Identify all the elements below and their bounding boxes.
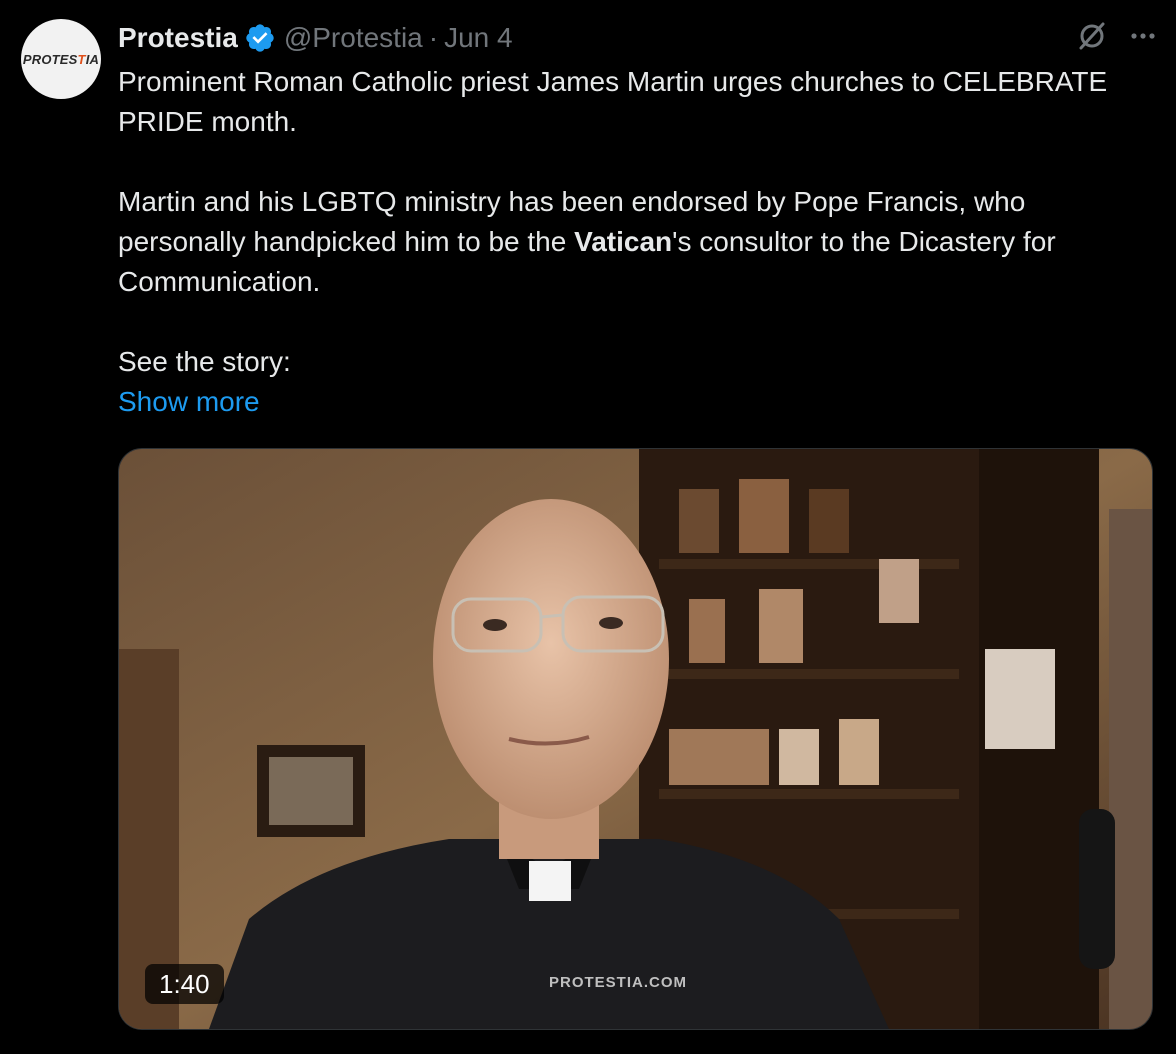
video-duration: 1:40 bbox=[145, 964, 224, 1004]
avatar[interactable]: PROTESTIA bbox=[21, 19, 101, 99]
separator: · bbox=[428, 22, 439, 53]
tweet-text-paragraph-3: See the story: bbox=[118, 346, 291, 377]
tweet-text: Prominent Roman Catholic priest James Ma… bbox=[118, 62, 1148, 422]
video-thumbnail bbox=[119, 449, 1152, 1029]
grok-icon[interactable] bbox=[1076, 20, 1108, 52]
show-more-link[interactable]: Show more bbox=[118, 382, 1148, 422]
tweet-date[interactable]: Jun 4 bbox=[444, 22, 513, 54]
video-watermark: PROTESTIA.COM bbox=[549, 974, 688, 991]
tweet-header: Protestia @Protestia · Jun 4 bbox=[118, 18, 1158, 58]
verified-badge-icon[interactable] bbox=[244, 22, 276, 54]
author-name[interactable]: Protestia bbox=[118, 22, 238, 54]
tweet-text-paragraph-1: Prominent Roman Catholic priest James Ma… bbox=[118, 66, 1108, 137]
header-actions bbox=[1076, 20, 1158, 52]
hashtag-vatican: Vatican bbox=[574, 226, 673, 257]
tweet-content: Protestia @Protestia · Jun 4 Prominent R… bbox=[118, 18, 1158, 422]
author-handle[interactable]: @Protestia bbox=[284, 22, 423, 54]
tweet-text-paragraph-2: Martin and his LGBTQ ministry has been e… bbox=[118, 186, 1056, 297]
tweet[interactable]: PROTESTIA Protestia @Protestia · Jun 4 P… bbox=[0, 0, 1176, 1054]
more-icon[interactable] bbox=[1128, 21, 1158, 51]
avatar-logo: PROTESTIA bbox=[22, 51, 100, 67]
video-player[interactable]: 1:40 PROTESTIA.COM bbox=[118, 448, 1153, 1030]
